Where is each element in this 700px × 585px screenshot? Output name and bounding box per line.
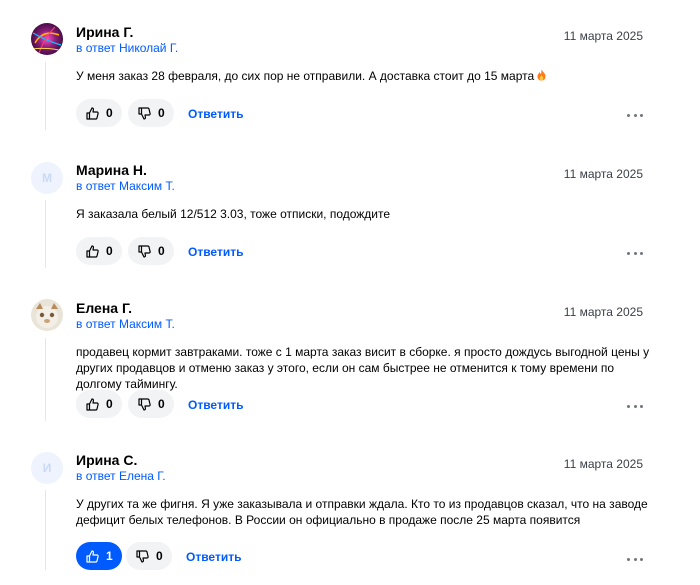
avatar[interactable]: М	[31, 162, 63, 194]
like-count: 0	[106, 106, 113, 120]
thread-line	[45, 338, 46, 421]
thumbs-up-icon	[86, 397, 99, 411]
dislike-count: 0	[158, 244, 165, 258]
comment-text: продавец кормит завтраками. тоже с 1 мар…	[76, 345, 650, 391]
thread-line	[45, 490, 46, 570]
thumbs-down-icon	[138, 106, 151, 120]
more-options-icon[interactable]	[627, 554, 643, 564]
avatar[interactable]: И	[31, 452, 63, 484]
thumbs-down-icon	[138, 397, 151, 411]
avatar[interactable]	[31, 23, 63, 55]
comment-date: 11 марта 2025	[563, 457, 643, 471]
dislike-count: 0	[158, 397, 165, 411]
reply-to-link[interactable]: в ответ Николай Г.	[76, 41, 178, 55]
comment-author[interactable]: Елена Г.	[76, 300, 132, 316]
comment-date: 11 марта 2025	[563, 29, 643, 43]
thread-line	[45, 62, 46, 130]
thumbs-up-icon	[86, 244, 99, 258]
dislike-button[interactable]: 0	[128, 390, 174, 418]
reply-to-link[interactable]: в ответ Максим Т.	[76, 179, 175, 193]
comment-date: 11 марта 2025	[563, 167, 643, 181]
like-count: 0	[106, 397, 113, 411]
more-options-icon[interactable]	[627, 401, 643, 411]
thumbs-down-icon	[138, 244, 151, 258]
like-button[interactable]: 0	[76, 237, 122, 265]
avatar[interactable]	[31, 299, 63, 331]
like-count: 1	[106, 549, 113, 563]
thread-line	[45, 200, 46, 268]
comment-author[interactable]: Ирина Г.	[76, 24, 133, 40]
comment-text: У меня заказ 28 февраля, до сих пор не о…	[76, 68, 656, 84]
reply-button[interactable]: Ответить	[188, 398, 243, 412]
dislike-count: 0	[156, 549, 163, 563]
like-button[interactable]: 1	[76, 542, 122, 570]
more-options-icon[interactable]	[627, 110, 643, 120]
comment-text: Я заказала белый 12/512 3.03, тоже отпис…	[76, 207, 391, 221]
more-options-icon[interactable]	[627, 248, 643, 258]
reply-button[interactable]: Ответить	[188, 107, 243, 121]
dislike-button[interactable]: 0	[126, 542, 172, 570]
thumbs-up-icon	[86, 106, 99, 120]
dislike-button[interactable]: 0	[128, 99, 174, 127]
comment-author[interactable]: Марина Н.	[76, 162, 147, 178]
avatar-initial: И	[42, 461, 52, 475]
avatar-initial: М	[42, 171, 52, 185]
thumbs-up-icon	[86, 549, 99, 563]
reply-button[interactable]: Ответить	[188, 245, 243, 259]
reply-button[interactable]: Ответить	[186, 550, 241, 564]
dislike-count: 0	[158, 106, 165, 120]
comment-author[interactable]: Ирина С.	[76, 452, 137, 468]
like-count: 0	[106, 244, 113, 258]
reply-to-link[interactable]: в ответ Елена Г.	[76, 469, 166, 483]
comment-text: У других та же фигня. Я уже заказывала и…	[76, 497, 648, 527]
thumbs-down-icon	[136, 549, 149, 563]
dislike-button[interactable]: 0	[128, 237, 174, 265]
like-button[interactable]: 0	[76, 99, 122, 127]
comment-date: 11 марта 2025	[563, 305, 643, 319]
comment-text-body: У меня заказ 28 февраля, до сих пор не о…	[76, 69, 535, 83]
like-button[interactable]: 0	[76, 390, 122, 418]
reply-to-link[interactable]: в ответ Максим Т.	[76, 317, 175, 331]
fire-emoji-icon	[537, 69, 546, 81]
